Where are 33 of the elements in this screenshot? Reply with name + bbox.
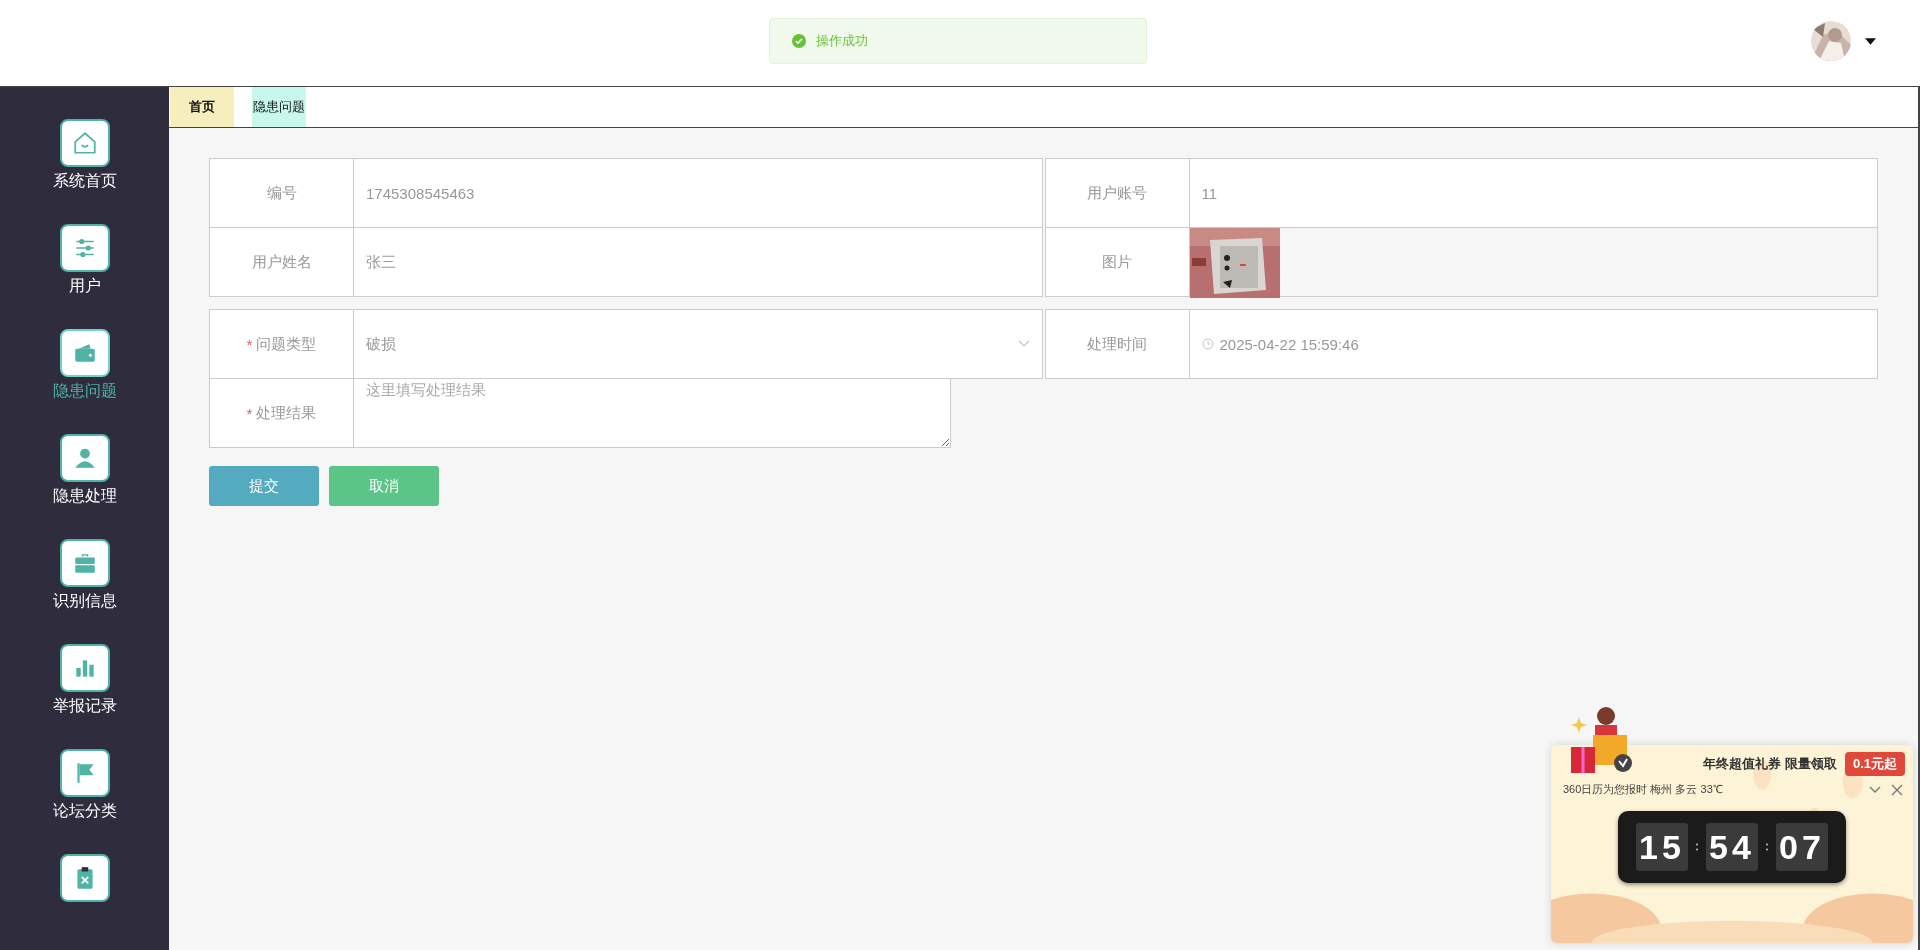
sidebar-item[interactable] [59, 854, 110, 902]
sidebar-item[interactable]: 用户 [59, 224, 110, 297]
clock-digits: 15 [1636, 823, 1688, 871]
promo-title[interactable]: 年终超值礼券 限量领取 [1703, 755, 1837, 773]
caret-icon[interactable] [1865, 37, 1876, 45]
required-mark: * [246, 404, 253, 422]
sidebar-item[interactable]: 论坛分类 [52, 749, 117, 822]
sidebar-item[interactable]: 系统首页 [52, 119, 117, 192]
briefcase-icon [59, 539, 110, 587]
field-label: 图片 [1045, 228, 1190, 296]
field-label: * 处理结果 [209, 378, 354, 448]
sidebar-item[interactable]: 识别信息 [52, 539, 117, 612]
toast-message: 操作成功 [816, 32, 868, 50]
chevron-down-icon[interactable] [1869, 785, 1881, 794]
clock-digits: 54 [1706, 823, 1758, 871]
sidebar-item[interactable]: 举报记录 [52, 644, 117, 717]
wallet-icon [59, 329, 110, 377]
tab[interactable]: 隐患问题 [252, 87, 306, 127]
clipboard-icon [59, 854, 110, 902]
close-icon[interactable] [1891, 783, 1903, 796]
home-icon [59, 119, 110, 167]
tab[interactable]: 首页 [170, 87, 234, 127]
flag-icon [59, 749, 110, 797]
price-badge[interactable]: 0.1元起 [1844, 752, 1905, 776]
check-circle-icon [792, 34, 806, 48]
clock-digits: 07 [1776, 823, 1828, 871]
sliders-icon [59, 224, 110, 272]
sidebar-item[interactable]: 隐患问题 [52, 329, 117, 402]
text-area[interactable]: 这里填写处理结果 [354, 378, 951, 448]
weather-info: 360日历为您报时 梅州 多云 33℃ [1563, 782, 1724, 797]
person-icon [59, 434, 110, 482]
bar-chart-icon [59, 644, 110, 692]
sidebar-item[interactable]: 隐患处理 [52, 434, 117, 507]
